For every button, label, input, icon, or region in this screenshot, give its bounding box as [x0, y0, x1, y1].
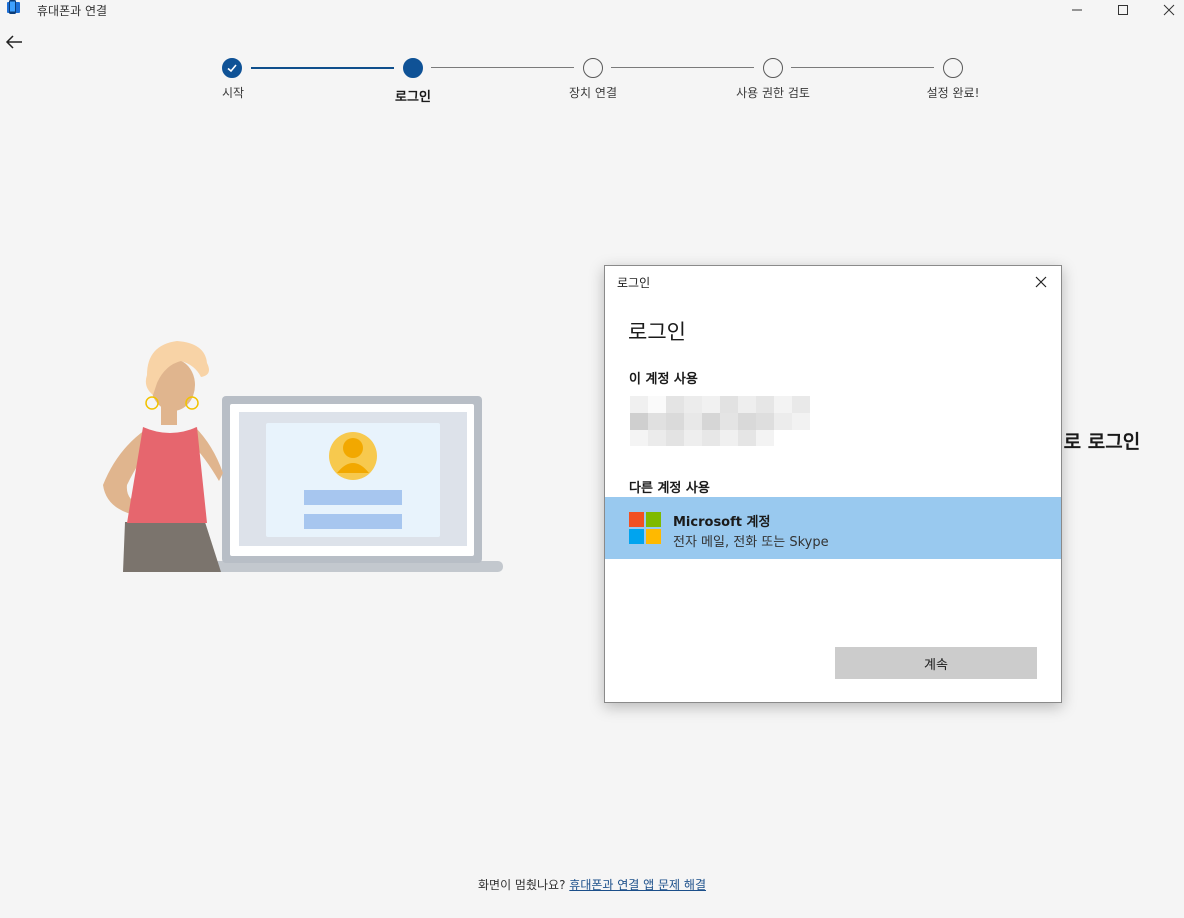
- step-connector: [251, 67, 394, 69]
- continue-button[interactable]: 계속: [835, 647, 1037, 679]
- minimize-button[interactable]: [1054, 0, 1100, 20]
- microsoft-logo-icon: [629, 512, 661, 544]
- step-permissions-indicator: [763, 58, 783, 78]
- signin-dialog: 로그인 로그인 이 계정 사용 다른 계정 사용 Microsoft 계정 전자…: [604, 265, 1062, 703]
- dialog-title: 로그인: [628, 320, 686, 344]
- microsoft-account-title: Microsoft 계정: [673, 515, 771, 530]
- microsoft-account-subtitle: 전자 메일, 전화 또는 Skype: [673, 535, 829, 550]
- use-other-account-label: 다른 계정 사용: [629, 481, 710, 496]
- dialog-caption: 로그인: [617, 276, 651, 290]
- step-connector: [431, 67, 574, 68]
- step-label-done: 설정 완료!: [926, 86, 980, 100]
- troubleshoot-link[interactable]: 휴대폰과 연결 앱 문제 해결: [569, 878, 706, 892]
- window-title: 휴대폰과 연결: [37, 4, 108, 18]
- step-label-permissions: 사용 권한 검토: [736, 86, 810, 100]
- maximize-button[interactable]: [1100, 0, 1146, 20]
- back-arrow-icon[interactable]: [2, 30, 26, 54]
- close-window-button[interactable]: [1146, 0, 1184, 20]
- dialog-close-icon[interactable]: [1033, 274, 1049, 290]
- blurred-account-entry[interactable]: [630, 396, 820, 448]
- step-signin-indicator: [403, 58, 423, 78]
- title-bar: 휴대폰과 연결: [0, 0, 1184, 20]
- footer-help: 화면이 멈췄나요? 휴대폰과 연결 앱 문제 해결: [0, 876, 1184, 893]
- step-label-start: 시작: [221, 86, 245, 100]
- step-start-check-icon: [222, 58, 242, 78]
- footer-question: 화면이 멈췄나요?: [478, 878, 566, 892]
- step-connect-indicator: [583, 58, 603, 78]
- signin-illustration: [95, 335, 510, 580]
- step-done-indicator: [943, 58, 963, 78]
- page-heading-partial: )로 로그인: [1055, 431, 1141, 453]
- step-connector: [791, 67, 934, 68]
- setup-stepper: 시작 로그인 장치 연결 사용 권한 검토 설정 완료!: [0, 56, 1184, 106]
- step-label-signin: 로그인: [395, 90, 431, 105]
- phone-link-app-icon: [6, 0, 22, 16]
- step-label-connect: 장치 연결: [569, 86, 617, 100]
- step-connector: [611, 67, 754, 68]
- use-this-account-label: 이 계정 사용: [629, 372, 698, 387]
- microsoft-account-option[interactable]: Microsoft 계정 전자 메일, 전화 또는 Skype: [605, 497, 1061, 559]
